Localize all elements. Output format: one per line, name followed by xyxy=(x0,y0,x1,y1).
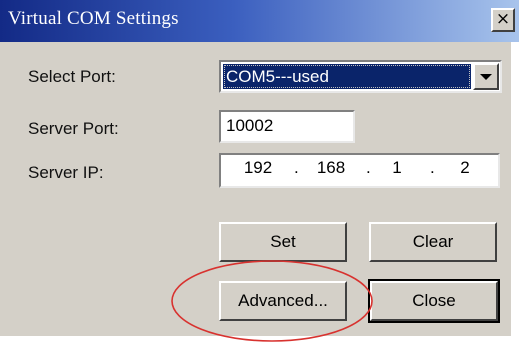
server-port-value: 10002 xyxy=(226,116,274,135)
clear-button[interactable]: Clear xyxy=(369,222,497,262)
dropdown-button[interactable] xyxy=(473,63,499,90)
server-port-input[interactable]: 10002 xyxy=(219,110,355,143)
virtual-com-settings-dialog: Virtual COM Settings × Select Port: COM5… xyxy=(0,0,519,346)
bottom-margin xyxy=(0,336,519,346)
ip-octet-1[interactable]: 192 xyxy=(233,158,283,178)
ip-dot-2: . xyxy=(366,158,371,177)
select-port-label: Select Port: xyxy=(28,67,116,86)
right-margin xyxy=(511,42,519,346)
server-ip-label: Server IP: xyxy=(28,163,104,182)
close-icon[interactable]: × xyxy=(491,8,515,32)
window-title: Virtual COM Settings xyxy=(8,8,179,29)
chevron-down-icon xyxy=(480,74,492,80)
title-bar[interactable]: Virtual COM Settings × xyxy=(0,0,519,42)
ip-octet-2[interactable]: 168 xyxy=(306,158,356,178)
ip-octet-3[interactable]: 1 xyxy=(372,158,422,178)
ip-dot-1: . xyxy=(294,158,299,177)
set-button[interactable]: Set xyxy=(219,222,347,262)
server-ip-input[interactable]: 192 . 168 . 1 . 2 xyxy=(219,153,500,188)
select-port-dropdown[interactable]: COM5---used xyxy=(219,60,502,93)
close-button[interactable]: Close xyxy=(368,279,500,323)
ip-dot-3: . xyxy=(430,158,435,177)
ip-octet-4[interactable]: 2 xyxy=(440,158,490,178)
server-port-label: Server Port: xyxy=(28,119,119,138)
select-port-value: COM5---used xyxy=(223,64,471,89)
advanced-button[interactable]: Advanced... xyxy=(219,281,347,321)
